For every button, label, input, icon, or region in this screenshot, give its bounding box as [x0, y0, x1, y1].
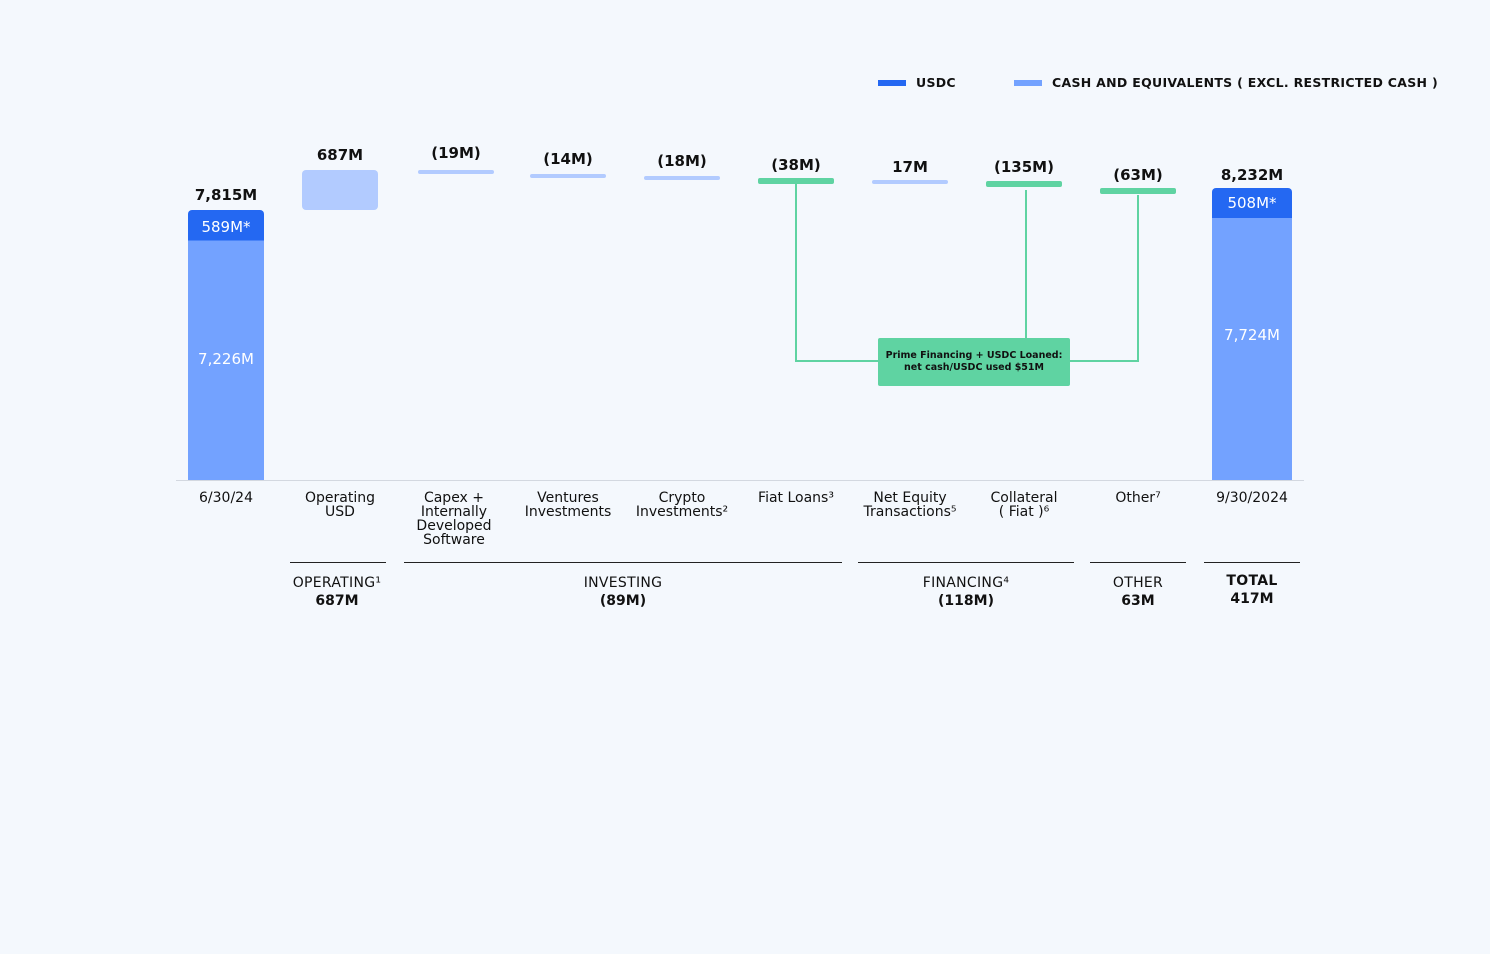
- step-bar-7: [1100, 188, 1176, 194]
- end-cash-bar: [1212, 218, 1292, 480]
- step-bar-5: [872, 180, 948, 184]
- category-label-net-equity: Net Equity Transactions⁵: [863, 490, 957, 520]
- legend-usdc-swatch: [878, 79, 906, 86]
- start-total-label: 7,815M: [194, 186, 258, 204]
- category-label-crypto: Crypto Investments²: [635, 490, 729, 520]
- annotation-line-2: net cash/USDC used $51M: [904, 362, 1044, 373]
- step-label-net-equity: 17M: [892, 158, 928, 176]
- category-label-start: 6/30/24: [199, 490, 253, 506]
- step-label-crypto: (18M): [657, 152, 707, 170]
- group-name-operating: OPERATING¹: [292, 575, 382, 591]
- group-value-other: 63M: [1121, 593, 1155, 609]
- legend-cash-swatch: [1014, 79, 1042, 86]
- group-value-financing: (118M): [938, 593, 994, 609]
- category-label-capex: Capex + Internally Developed Software: [416, 490, 492, 548]
- step-bar-6: [986, 181, 1062, 187]
- legend-cash-label: CASH AND EQUIVALENTS ( EXCL. RESTRICTED …: [1052, 75, 1438, 90]
- group-value-investing: (89M): [599, 593, 647, 609]
- step-label-fiat-loans: (38M): [771, 156, 821, 174]
- step-label-ventures: (14M): [543, 150, 593, 168]
- legend-usdc-label: USDC: [916, 75, 956, 90]
- category-label-other: Other⁷: [1115, 490, 1161, 506]
- step-bar-3: [644, 176, 720, 180]
- group-value-total: 417M: [1230, 591, 1274, 607]
- step-bar-4: [758, 178, 834, 184]
- financing-annotation: Prime Financing + USDC Loaned: net cash/…: [878, 338, 1070, 386]
- start-usdc-label: 589M*: [201, 218, 251, 236]
- group-name-total: TOTAL: [1226, 573, 1278, 589]
- category-label-operating: Operating USD: [305, 490, 375, 520]
- legend-cash: CASH AND EQUIVALENTS ( EXCL. RESTRICTED …: [1014, 75, 1438, 90]
- group-name-financing: FINANCING⁴: [922, 575, 1010, 591]
- end-usdc-label: 508M*: [1227, 194, 1277, 212]
- step-bar-0: [302, 170, 378, 210]
- annotation-line-1: Prime Financing + USDC Loaned:: [885, 350, 1063, 361]
- end-cash-label: 7,724M: [1224, 326, 1280, 344]
- step-label-capex: (19M): [431, 144, 481, 162]
- step-bar-2: [530, 174, 606, 178]
- step-label-other: (63M): [1113, 166, 1163, 184]
- connector-fiat-loans: [795, 184, 878, 362]
- end-total-label: 8,232M: [1220, 166, 1284, 184]
- step-label-operating: 687M: [316, 146, 364, 164]
- group-value-operating: 687M: [315, 593, 359, 609]
- group-name-investing: INVESTING: [583, 575, 663, 591]
- start-cash-label: 7,226M: [198, 350, 254, 368]
- category-label-collateral: Collateral ( Fiat )⁶: [990, 490, 1058, 520]
- category-label-fiat-loans: Fiat Loans³: [758, 490, 834, 506]
- step-bar-1: [418, 170, 494, 174]
- legend-usdc: USDC: [878, 75, 956, 90]
- category-label-ventures: Ventures Investments: [524, 490, 612, 520]
- category-label-end: 9/30/2024: [1216, 490, 1288, 506]
- connector-other: [1070, 195, 1139, 362]
- group-name-other: OTHER: [1112, 575, 1164, 591]
- waterfall-chart: [176, 170, 1304, 563]
- step-label-collateral: (135M): [994, 158, 1054, 176]
